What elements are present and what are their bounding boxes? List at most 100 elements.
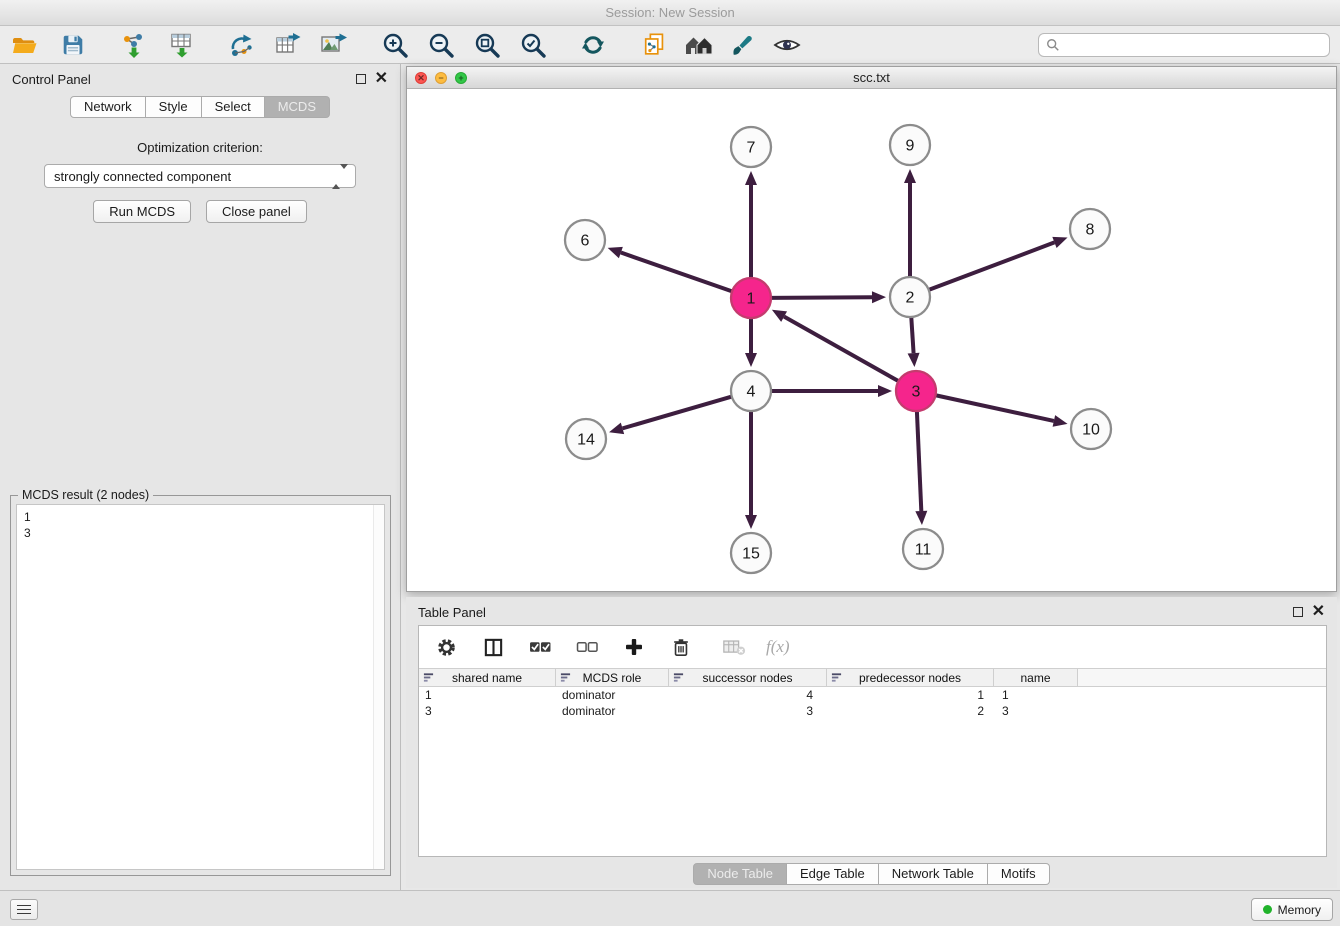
graph-node-3[interactable]: 3 (896, 371, 936, 411)
new-network-icon[interactable] (226, 30, 256, 60)
memory-button[interactable]: Memory (1251, 898, 1333, 921)
table-cell[interactable]: 3 (669, 704, 827, 718)
panel-menu-button[interactable] (10, 899, 38, 920)
graph-edge-3-10[interactable] (936, 395, 1068, 427)
copy-style-icon[interactable] (640, 30, 670, 60)
zoom-selected-icon[interactable] (518, 30, 548, 60)
tab-style[interactable]: Style (146, 96, 202, 118)
network-graph[interactable]: 7 9 6 8 1 2 4 3 14 10 15 11 (407, 89, 1336, 591)
show-hide-icon[interactable] (772, 30, 802, 60)
open-session-icon[interactable] (10, 30, 40, 60)
graph-edge-1-2[interactable] (771, 291, 886, 303)
table-row[interactable]: 3dominator323 (419, 703, 1326, 719)
mcds-result-list[interactable]: 13 (16, 504, 385, 870)
float-panel-icon[interactable] (356, 74, 366, 84)
table-cell[interactable]: 3 (994, 704, 1078, 718)
close-panel-icon[interactable]: ✕ (375, 74, 388, 84)
graph-node-7[interactable]: 7 (731, 127, 771, 167)
graph-edge-3-11[interactable] (915, 411, 927, 525)
table-cell[interactable]: 4 (669, 688, 827, 702)
graph-node-label: 1 (747, 291, 756, 308)
tab-mcds[interactable]: MCDS (265, 96, 330, 118)
table-cell[interactable]: 2 (827, 704, 994, 718)
show-columns-icon[interactable] (478, 632, 508, 662)
table-cell[interactable]: dominator (556, 704, 669, 718)
graph-edge-2-3[interactable] (908, 317, 920, 367)
first-neighbors-icon[interactable] (684, 30, 714, 60)
graph-edge-3-1[interactable] (772, 310, 899, 381)
graph-edge-2-9[interactable] (904, 169, 916, 277)
add-row-icon[interactable] (619, 632, 649, 662)
apply-layout-icon[interactable] (578, 30, 608, 60)
graph-node-8[interactable]: 8 (1070, 209, 1110, 249)
column-header-shared-name[interactable]: shared name (419, 669, 556, 686)
export-table-icon[interactable] (272, 30, 302, 60)
graph-node-label: 15 (742, 546, 760, 563)
column-header-predecessor-nodes[interactable]: predecessor nodes (827, 669, 994, 686)
graph-edge-2-8[interactable] (929, 237, 1068, 290)
apply-style-icon[interactable] (728, 30, 758, 60)
close-panel-button[interactable]: Close panel (206, 200, 307, 223)
network-canvas[interactable]: 7 9 6 8 1 2 4 3 14 10 15 11 (407, 89, 1336, 591)
tab-motifs[interactable]: Motifs (988, 863, 1050, 885)
table-cell[interactable]: 1 (827, 688, 994, 702)
maximize-window-icon[interactable]: + (455, 72, 467, 84)
column-header-mcds-role[interactable]: MCDS role (556, 669, 669, 686)
import-table-icon[interactable] (166, 30, 196, 60)
search-input[interactable] (1038, 33, 1330, 57)
close-window-icon[interactable]: ✕ (415, 72, 427, 84)
column-settings-icon[interactable] (431, 632, 461, 662)
graph-node-9[interactable]: 9 (890, 125, 930, 165)
network-window-titlebar[interactable]: ✕ − + scc.txt (407, 67, 1336, 89)
float-table-panel-icon[interactable] (1293, 607, 1303, 617)
graph-node-1[interactable]: 1 (731, 278, 771, 318)
graph-node-4[interactable]: 4 (731, 371, 771, 411)
delete-row-icon[interactable] (666, 632, 696, 662)
table-cell[interactable]: 1 (994, 688, 1078, 702)
run-mcds-button[interactable]: Run MCDS (93, 200, 191, 223)
graph-node-label: 3 (912, 384, 921, 401)
mcds-result-value: 3 (24, 525, 377, 541)
graph-node-11[interactable]: 11 (903, 529, 943, 569)
export-image-icon[interactable] (318, 30, 348, 60)
import-network-icon[interactable] (118, 30, 148, 60)
graph-node-6[interactable]: 6 (565, 220, 605, 260)
table-area: f(x) shared name MCDS role successor nod… (418, 625, 1327, 857)
window-titlebar[interactable]: Session: New Session (0, 0, 1340, 26)
graph-edge-4-14[interactable] (609, 397, 732, 435)
network-window-title: scc.txt (853, 70, 890, 85)
zoom-in-icon[interactable] (380, 30, 410, 60)
graph-node-10[interactable]: 10 (1071, 409, 1111, 449)
graph-edge-4-15[interactable] (745, 411, 757, 529)
graph-node-15[interactable]: 15 (731, 533, 771, 573)
graph-edge-1-6[interactable] (608, 247, 732, 292)
unselect-all-icon[interactable] (572, 632, 602, 662)
column-header-successor-nodes[interactable]: successor nodes (669, 669, 827, 686)
select-all-icon[interactable] (525, 632, 555, 662)
zoom-out-icon[interactable] (426, 30, 456, 60)
column-type-icon (560, 672, 571, 686)
close-table-panel-icon[interactable]: ✕ (1312, 607, 1325, 617)
minimize-window-icon[interactable]: − (435, 72, 447, 84)
zoom-fit-icon[interactable] (472, 30, 502, 60)
tab-network-table[interactable]: Network Table (879, 863, 988, 885)
criterion-dropdown[interactable]: strongly connected component (44, 164, 356, 188)
tab-edge-table[interactable]: Edge Table (787, 863, 879, 885)
graph-node-14[interactable]: 14 (566, 419, 606, 459)
column-header-name[interactable]: name (994, 669, 1078, 686)
graph-node-2[interactable]: 2 (890, 277, 930, 317)
save-session-icon[interactable] (58, 30, 88, 60)
table-cell[interactable]: 1 (419, 688, 556, 702)
tab-network[interactable]: Network (70, 96, 146, 118)
tab-node-table[interactable]: Node Table (693, 863, 787, 885)
graph-node-label: 9 (906, 138, 915, 155)
graph-edge-1-4[interactable] (745, 318, 757, 367)
table-cell[interactable]: dominator (556, 688, 669, 702)
table-cell[interactable]: 3 (419, 704, 556, 718)
tab-select[interactable]: Select (202, 96, 265, 118)
graph-edge-1-7[interactable] (745, 171, 757, 278)
graph-edge-4-3[interactable] (771, 385, 892, 397)
result-scrollbar[interactable] (373, 505, 384, 869)
table-row[interactable]: 1dominator411 (419, 687, 1326, 703)
graph-node-label: 6 (581, 233, 590, 250)
